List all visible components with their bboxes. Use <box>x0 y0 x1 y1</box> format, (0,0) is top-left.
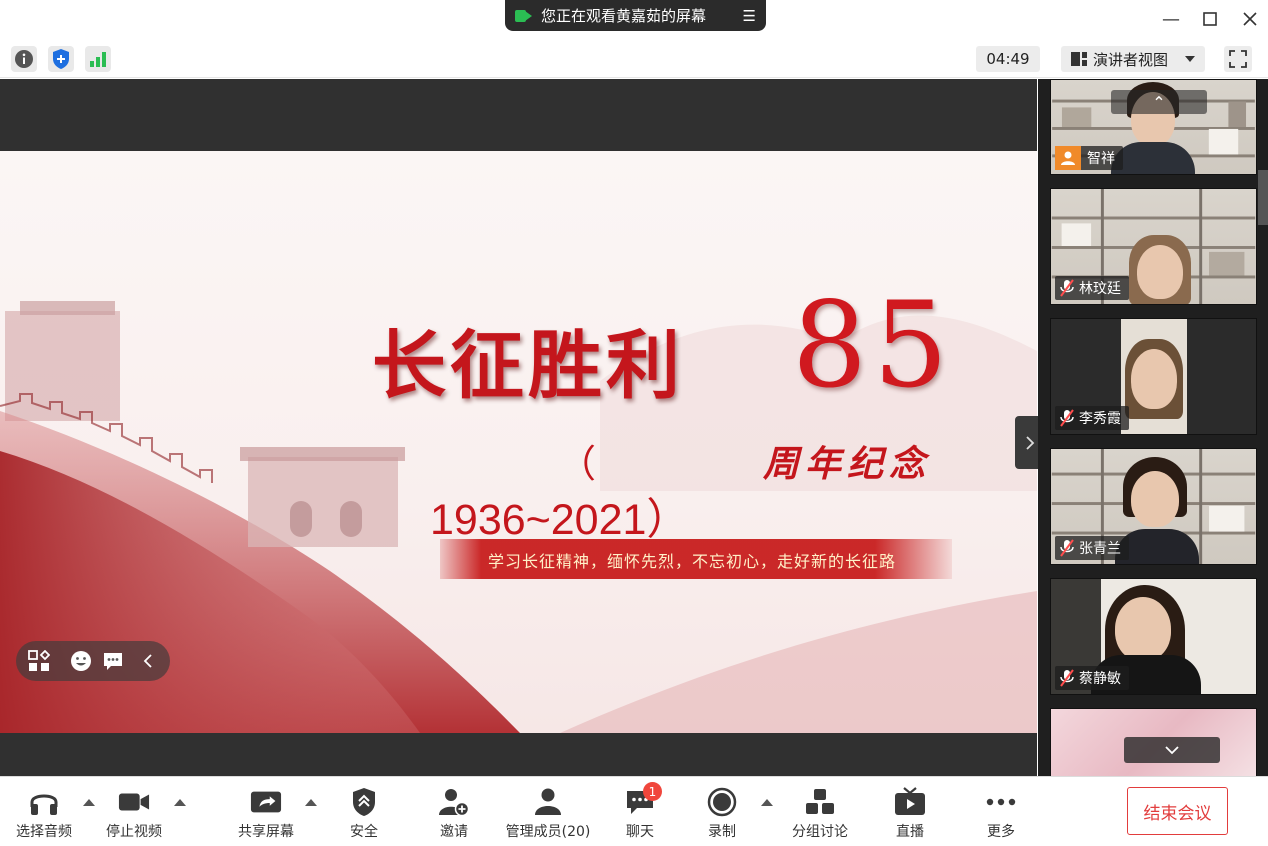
participant-name-tag: 蔡静敏 <box>1055 666 1129 690</box>
chat-unread-badge: 1 <box>643 782 662 801</box>
participant-name: 蔡静敏 <box>1079 671 1121 687</box>
sidebar-scrollbar[interactable] <box>1258 170 1268 225</box>
participant-tile[interactable]: 张青兰 <box>1050 448 1257 565</box>
participant-name-tag: 智祥 <box>1055 146 1123 170</box>
mic-muted-icon <box>1055 276 1079 300</box>
invite-label: 邀请 <box>440 824 468 840</box>
add-user-icon <box>438 787 470 817</box>
meeting-timer: 04:49 <box>976 46 1040 72</box>
info-bar: 04:49 演讲者视图 <box>0 40 1268 78</box>
security-button[interactable]: 安全 <box>324 787 404 843</box>
manage-members-button[interactable]: 管理成员(20) <box>502 787 594 843</box>
shared-screen-area: 长征胜利 85 （ 周年纪念 1936~2021） 学习长征精神，缅怀先烈，不忘… <box>0 79 1037 776</box>
fullscreen-icon[interactable] <box>1224 46 1252 72</box>
breakout-rooms-icon <box>804 787 836 817</box>
participant-name: 李秀霞 <box>1079 411 1121 427</box>
end-meeting-button[interactable]: 结束会议 <box>1127 787 1228 835</box>
participant-name-tag: 林玟廷 <box>1055 276 1129 300</box>
share-screen-icon <box>250 787 282 817</box>
security-label: 安全 <box>350 824 378 840</box>
more-dots-icon <box>985 787 1017 817</box>
meeting-toolbar: 选择音频 停止视频 共享屏幕 安全 邀请 管理成员(20) 聊天 录制 分组讨论… <box>0 776 1268 846</box>
share-screen-button[interactable]: 共享屏幕 <box>226 787 306 843</box>
participant-tile[interactable]: 林玟廷 <box>1050 188 1257 305</box>
members-icon <box>532 787 564 817</box>
record-button[interactable]: 录制 <box>682 787 762 843</box>
slide-paren: （ <box>558 444 597 486</box>
menu-icon[interactable]: ☰ <box>743 7 756 25</box>
audio-label: 选择音频 <box>16 824 72 840</box>
participant-tile[interactable] <box>1050 708 1257 776</box>
slide-title: 长征胜利 <box>372 323 684 409</box>
participant-name-tag: 张青兰 <box>1055 536 1129 560</box>
minimize-icon[interactable]: — <box>1159 8 1183 30</box>
view-mode-label: 演讲者视图 <box>1093 50 1169 69</box>
chevron-down-icon <box>1185 56 1195 62</box>
meeting-window: 您正在观看黄嘉茹的屏幕 ☰ — 04:49 演讲者视图 长征胜利 85 （ 周年… <box>0 0 1268 846</box>
stop-video-label: 停止视频 <box>106 824 162 840</box>
view-mode-select[interactable]: 演讲者视图 <box>1061 46 1205 72</box>
slide-anniversary-text: 周年纪念 <box>763 443 932 485</box>
security-shield-icon[interactable] <box>48 46 74 72</box>
participant-name: 张青兰 <box>1079 541 1121 557</box>
info-icon[interactable] <box>11 46 37 72</box>
live-stream-button[interactable]: 直播 <box>870 787 950 843</box>
slide-slogan: 学习长征精神，缅怀先烈，不忘初心，走好新的长征路 <box>488 552 897 571</box>
participant-tile[interactable]: 李秀霞 <box>1050 318 1257 435</box>
slide-years: 1936~2021） <box>430 496 690 544</box>
video-camera-icon <box>118 787 150 817</box>
mic-muted-icon <box>1055 536 1079 560</box>
manage-members-label: 管理成员(20) <box>505 824 591 840</box>
scroll-up-button[interactable]: ⌃ <box>1111 90 1207 114</box>
participant-gallery: ⌃ 智祥 林玟廷 李秀霞 张青兰 蔡静敏 <box>1038 79 1268 776</box>
screen-share-banner[interactable]: 您正在观看黄嘉茹的屏幕 ☰ <box>505 0 766 31</box>
share-screen-label: 共享屏幕 <box>238 824 294 840</box>
headphones-icon <box>28 787 60 817</box>
screen-share-icon <box>515 8 533 24</box>
participant-face <box>1115 597 1171 661</box>
participant-face <box>1131 349 1177 409</box>
participant-name: 林玟廷 <box>1079 281 1121 297</box>
mic-muted-icon <box>1055 666 1079 690</box>
shield-icon <box>348 787 380 817</box>
network-signal-icon[interactable] <box>85 46 111 72</box>
record-icon <box>706 787 738 817</box>
record-options-caret[interactable] <box>761 799 773 806</box>
stop-video-button[interactable]: 停止视频 <box>94 787 174 843</box>
user-avatar-icon <box>1055 146 1081 170</box>
share-options-caret[interactable] <box>305 799 317 806</box>
video-options-caret[interactable] <box>174 799 186 806</box>
participant-tile[interactable]: 蔡静敏 <box>1050 578 1257 695</box>
close-icon[interactable] <box>1238 8 1262 30</box>
layout-grid-icon[interactable] <box>28 650 50 672</box>
slide-anniversary-number: 85 <box>792 276 955 414</box>
participant-face <box>1137 245 1183 299</box>
live-tv-icon <box>894 787 926 817</box>
more-button[interactable]: 更多 <box>961 787 1041 843</box>
layout-icon <box>1071 52 1087 66</box>
chevron-left-icon[interactable] <box>137 650 159 672</box>
emoji-icon[interactable] <box>70 650 92 672</box>
participant-face <box>1131 471 1179 527</box>
more-label: 更多 <box>987 824 1015 840</box>
chat-button[interactable]: 聊天 <box>600 787 680 843</box>
chat-label: 聊天 <box>626 824 654 840</box>
participant-body <box>1111 142 1195 174</box>
invite-button[interactable]: 邀请 <box>414 787 494 843</box>
live-stream-label: 直播 <box>896 824 924 840</box>
participant-tile[interactable]: ⌃ 智祥 <box>1050 79 1257 175</box>
screen-share-label: 您正在观看黄嘉茹的屏幕 <box>541 7 707 25</box>
mic-muted-icon <box>1055 406 1079 430</box>
comment-icon[interactable] <box>102 650 124 672</box>
annotation-toolbar <box>16 641 170 681</box>
breakout-rooms-button[interactable]: 分组讨论 <box>780 787 860 843</box>
maximize-icon[interactable] <box>1198 8 1222 30</box>
scroll-down-button[interactable] <box>1124 737 1220 763</box>
participant-name: 智祥 <box>1087 151 1115 167</box>
participant-name-tag: 李秀霞 <box>1055 406 1129 430</box>
audio-button[interactable]: 选择音频 <box>4 787 84 843</box>
breakout-rooms-label: 分组讨论 <box>792 824 848 840</box>
record-label: 录制 <box>708 824 736 840</box>
